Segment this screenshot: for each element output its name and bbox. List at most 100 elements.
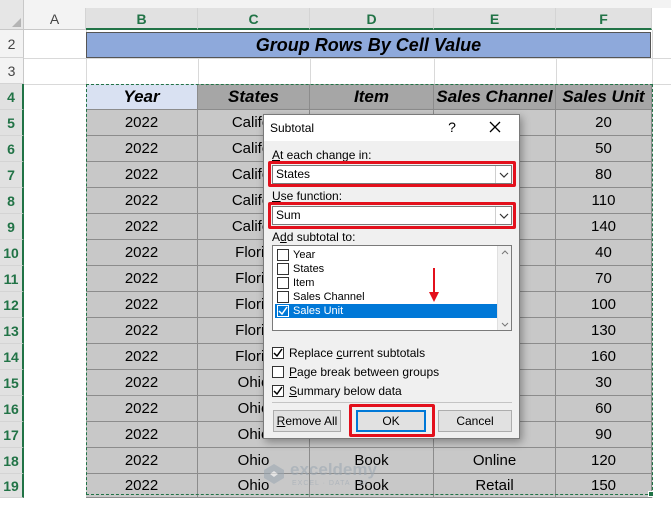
column-header-c[interactable]: C	[198, 8, 310, 30]
gridline	[310, 58, 311, 84]
cell-sales-channel[interactable]: Online	[434, 448, 556, 474]
scroll-down-icon[interactable]	[498, 318, 511, 330]
checkbox-checked[interactable]	[277, 305, 289, 317]
header-cell-sales-unit[interactable]: Sales Unit	[556, 84, 652, 110]
use-function-select[interactable]: Sum	[272, 206, 512, 225]
summary-below-data-checkbox[interactable]: Summary below data	[272, 384, 402, 398]
checkbox[interactable]	[277, 277, 289, 289]
cell-sales-unit[interactable]: 70	[556, 266, 652, 292]
cell-sales-unit[interactable]: 150	[556, 474, 652, 498]
checkbox[interactable]	[277, 291, 289, 303]
select-all-corner[interactable]	[0, 0, 24, 30]
dialog-title: Subtotal	[270, 121, 315, 135]
at-each-change-select[interactable]: States	[272, 165, 512, 184]
row-header-14[interactable]: 14	[0, 344, 24, 370]
cell-sales-channel[interactable]: Retail	[434, 474, 556, 498]
row-header-2[interactable]: 2	[0, 30, 24, 58]
row-header-16[interactable]: 16	[0, 396, 24, 422]
row-header-6[interactable]: 6	[0, 136, 24, 162]
cell-year[interactable]: 2022	[86, 214, 198, 240]
use-function-value: Sum	[276, 208, 301, 222]
row-header-15[interactable]: 15	[0, 370, 24, 396]
cell-year[interactable]: 2022	[86, 162, 198, 188]
list-item-sales-unit[interactable]: Sales Unit	[275, 304, 497, 318]
gridline	[24, 58, 671, 59]
row-header-8[interactable]: 8	[0, 188, 24, 214]
header-cell-item[interactable]: Item	[310, 84, 434, 110]
cell-sales-unit[interactable]: 30	[556, 370, 652, 396]
add-subtotal-listbox[interactable]: Year States Item Sales Channel Sales Uni…	[272, 245, 512, 331]
checkbox-checked[interactable]	[272, 347, 284, 359]
row-header-10[interactable]: 10	[0, 240, 24, 266]
list-item-item[interactable]: Item	[275, 276, 497, 290]
sheet-title[interactable]: Group Rows By Cell Value	[86, 32, 651, 58]
fill-handle[interactable]	[648, 491, 654, 497]
row-header-13[interactable]: 13	[0, 318, 24, 344]
close-icon[interactable]	[486, 118, 504, 136]
row-header-3[interactable]: 3	[0, 58, 24, 84]
cell-sales-unit[interactable]: 120	[556, 448, 652, 474]
cell-year[interactable]: 2022	[86, 396, 198, 422]
dialog-titlebar[interactable]: Subtotal ?	[264, 115, 519, 141]
cell-sales-unit[interactable]: 20	[556, 110, 652, 136]
cell-year[interactable]: 2022	[86, 188, 198, 214]
cell-year[interactable]: 2022	[86, 474, 198, 498]
red-arrow-icon	[429, 268, 439, 302]
header-cell-sales-channel[interactable]: Sales Channel	[434, 84, 556, 110]
chevron-down-icon[interactable]	[495, 166, 511, 183]
row-header-7[interactable]: 7	[0, 162, 24, 188]
cell-sales-unit[interactable]: 80	[556, 162, 652, 188]
header-cell-year[interactable]: Year	[86, 84, 198, 110]
column-header-e[interactable]: E	[434, 8, 556, 30]
row-header-18[interactable]: 18	[0, 448, 24, 474]
ok-button[interactable]: OK	[356, 410, 426, 432]
cell-sales-unit[interactable]: 140	[556, 214, 652, 240]
cell-year[interactable]: 2022	[86, 266, 198, 292]
row-header-4[interactable]: 4	[0, 84, 24, 110]
cell-year[interactable]: 2022	[86, 318, 198, 344]
cell-sales-unit[interactable]: 110	[556, 188, 652, 214]
row-header-17[interactable]: 17	[0, 422, 24, 448]
remove-all-button[interactable]: Remove All	[273, 410, 341, 432]
page-break-checkbox[interactable]: Page break between groups	[272, 365, 439, 379]
chevron-down-icon[interactable]	[495, 207, 511, 224]
cell-year[interactable]: 2022	[86, 136, 198, 162]
at-each-change-value: States	[276, 167, 311, 181]
cell-year[interactable]: 2022	[86, 344, 198, 370]
row-header-12[interactable]: 12	[0, 292, 24, 318]
cell-sales-unit[interactable]: 160	[556, 344, 652, 370]
listbox-scrollbar[interactable]	[497, 246, 511, 330]
cell-sales-unit[interactable]: 50	[556, 136, 652, 162]
cell-sales-unit[interactable]: 60	[556, 396, 652, 422]
replace-current-subtotals-checkbox[interactable]: Replace current subtotals	[272, 346, 425, 360]
cell-year[interactable]: 2022	[86, 110, 198, 136]
cancel-button[interactable]: Cancel	[438, 410, 512, 432]
cell-sales-unit[interactable]: 130	[556, 318, 652, 344]
checkbox[interactable]	[277, 263, 289, 275]
row-header-11[interactable]: 11	[0, 266, 24, 292]
list-item-states[interactable]: States	[275, 262, 497, 276]
row-header-5[interactable]: 5	[0, 110, 24, 136]
column-header-b[interactable]: B	[86, 8, 198, 30]
header-cell-states[interactable]: States	[198, 84, 310, 110]
cell-year[interactable]: 2022	[86, 448, 198, 474]
column-header-d[interactable]: D	[310, 8, 434, 30]
cell-sales-unit[interactable]: 40	[556, 240, 652, 266]
cell-year[interactable]: 2022	[86, 292, 198, 318]
column-header-a[interactable]: A	[24, 8, 86, 30]
cell-year[interactable]: 2022	[86, 240, 198, 266]
checkbox-checked[interactable]	[272, 385, 284, 397]
list-item-sales-channel[interactable]: Sales Channel	[275, 290, 497, 304]
column-header-f[interactable]: F	[556, 8, 652, 30]
checkbox[interactable]	[277, 249, 289, 261]
help-button[interactable]: ?	[444, 119, 460, 135]
checkbox[interactable]	[272, 366, 284, 378]
row-header-9[interactable]: 9	[0, 214, 24, 240]
cell-year[interactable]: 2022	[86, 422, 198, 448]
cell-year[interactable]: 2022	[86, 370, 198, 396]
list-item-year[interactable]: Year	[275, 248, 497, 262]
cell-sales-unit[interactable]: 100	[556, 292, 652, 318]
scroll-up-icon[interactable]	[498, 246, 511, 258]
row-header-19[interactable]: 19	[0, 474, 24, 498]
cell-sales-unit[interactable]: 90	[556, 422, 652, 448]
